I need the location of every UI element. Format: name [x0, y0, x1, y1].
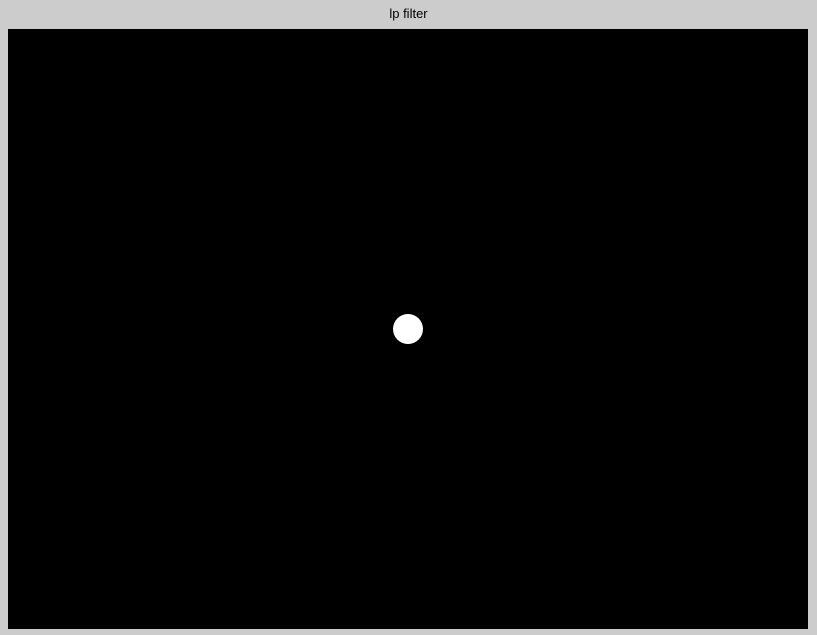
figure-window: lp filter	[0, 0, 817, 635]
image-display	[8, 29, 808, 629]
figure-title: lp filter	[389, 6, 428, 21]
low-pass-filter-disc	[393, 314, 423, 344]
